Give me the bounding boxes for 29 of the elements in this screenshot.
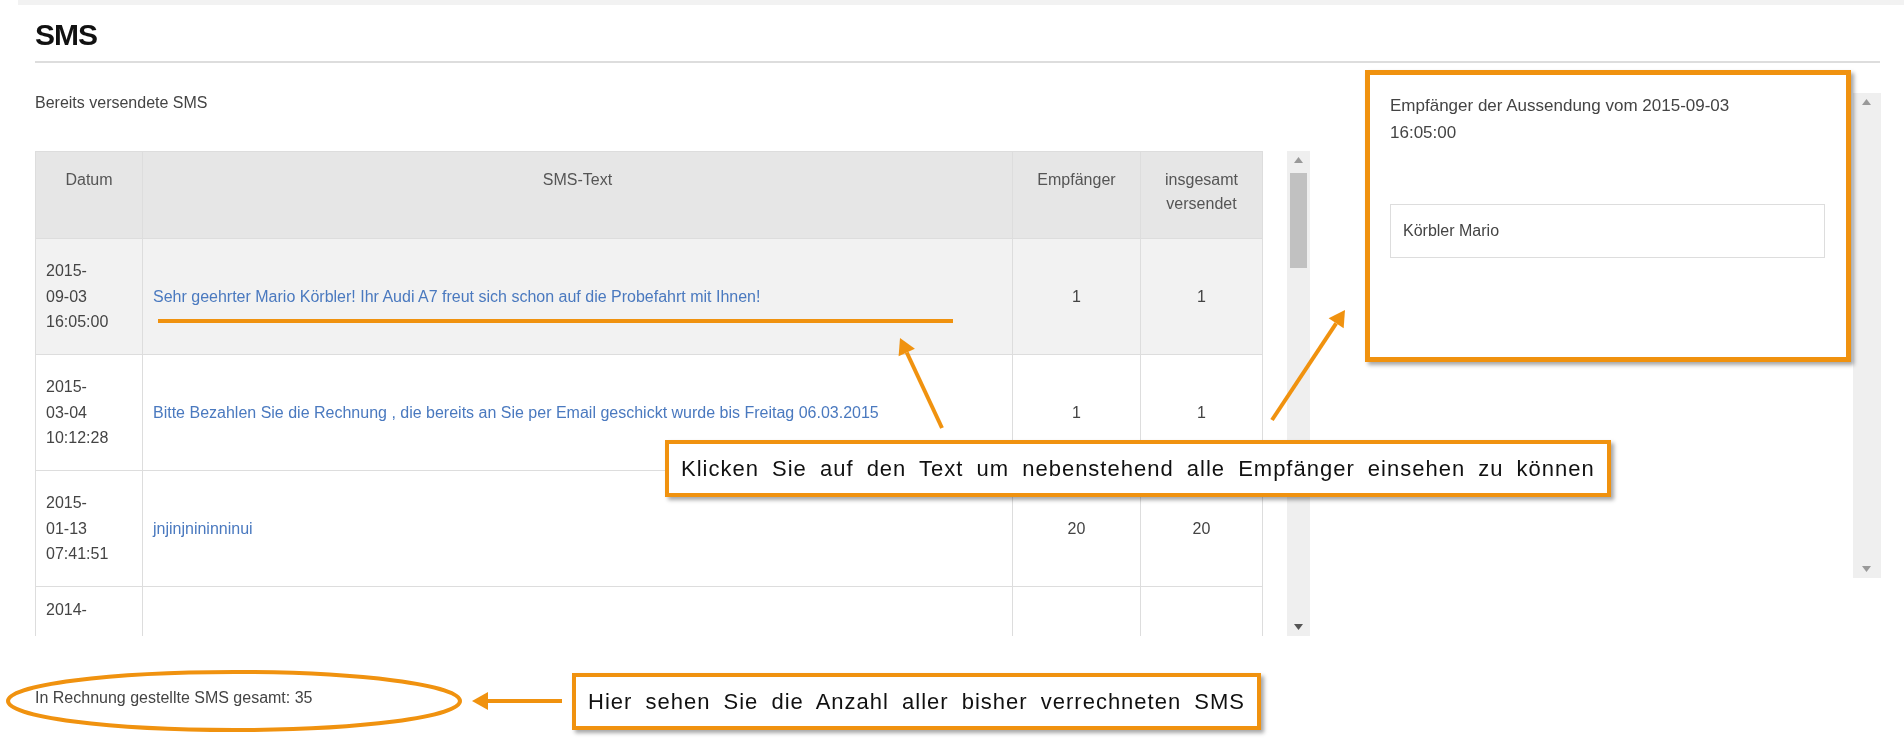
- column-header: Empfänger: [1012, 151, 1141, 239]
- recipient-count: 1: [1072, 287, 1081, 305]
- sms-text-link[interactable]: jnjinjnininninui: [153, 519, 253, 537]
- date-text: 2015- 09-03 16:05:00: [46, 262, 109, 331]
- date-text: 2015- 03-04 10:12:28: [46, 378, 109, 447]
- callout-note: Hier sehen Sie die Anzahl aller bisher verrechneten SMS: [572, 673, 1261, 730]
- scroll-up-icon[interactable]: [1294, 157, 1303, 163]
- scroll-up-icon[interactable]: [1862, 99, 1871, 105]
- section-label: Bereits versendete SMS: [35, 94, 208, 111]
- recipient-count: 1: [1072, 403, 1081, 421]
- callout-note: Klicken Sie auf den Text um nebenstehend alle Empfänger einsehen zu können: [665, 440, 1611, 497]
- date-text: 2015- 01-13 07:41:51: [46, 494, 109, 563]
- total-sent-count: 20: [1192, 519, 1211, 537]
- panel-title: Empfänger der Aussendung vom 2015-09-03 16:05:00: [1390, 95, 1731, 145]
- scrollbar-thumb[interactable]: [1290, 173, 1307, 268]
- scrollbar[interactable]: [1853, 93, 1881, 578]
- column-header: insgesamt versendet: [1140, 151, 1263, 239]
- sms-text-link[interactable]: Sehr geehrter Mario Körbler! Ihr Audi A7 freut sich schon auf die Probefahrt mit Ihnen!: [153, 287, 761, 305]
- recipient-count: 20: [1067, 519, 1086, 537]
- recipient-item[interactable]: Körbler Mario: [1390, 204, 1825, 258]
- column-header: Datum: [35, 151, 143, 239]
- billed-sms-total: In Rechnung gestellte SMS gesamt: 35: [35, 689, 313, 706]
- scroll-down-icon[interactable]: [1294, 624, 1303, 630]
- total-sent-count: 1: [1197, 287, 1206, 305]
- sms-text-link[interactable]: Bitte Bezahlen Sie die Rechnung , die bereits an Sie per Email geschickt wurde bis Freitag 06.03.2015: [153, 403, 879, 421]
- total-sent-count: 1: [1197, 403, 1206, 421]
- date-text: 2014-: [46, 601, 87, 618]
- column-header: SMS-Text: [142, 151, 1013, 239]
- page-title: SMS: [35, 17, 1880, 63]
